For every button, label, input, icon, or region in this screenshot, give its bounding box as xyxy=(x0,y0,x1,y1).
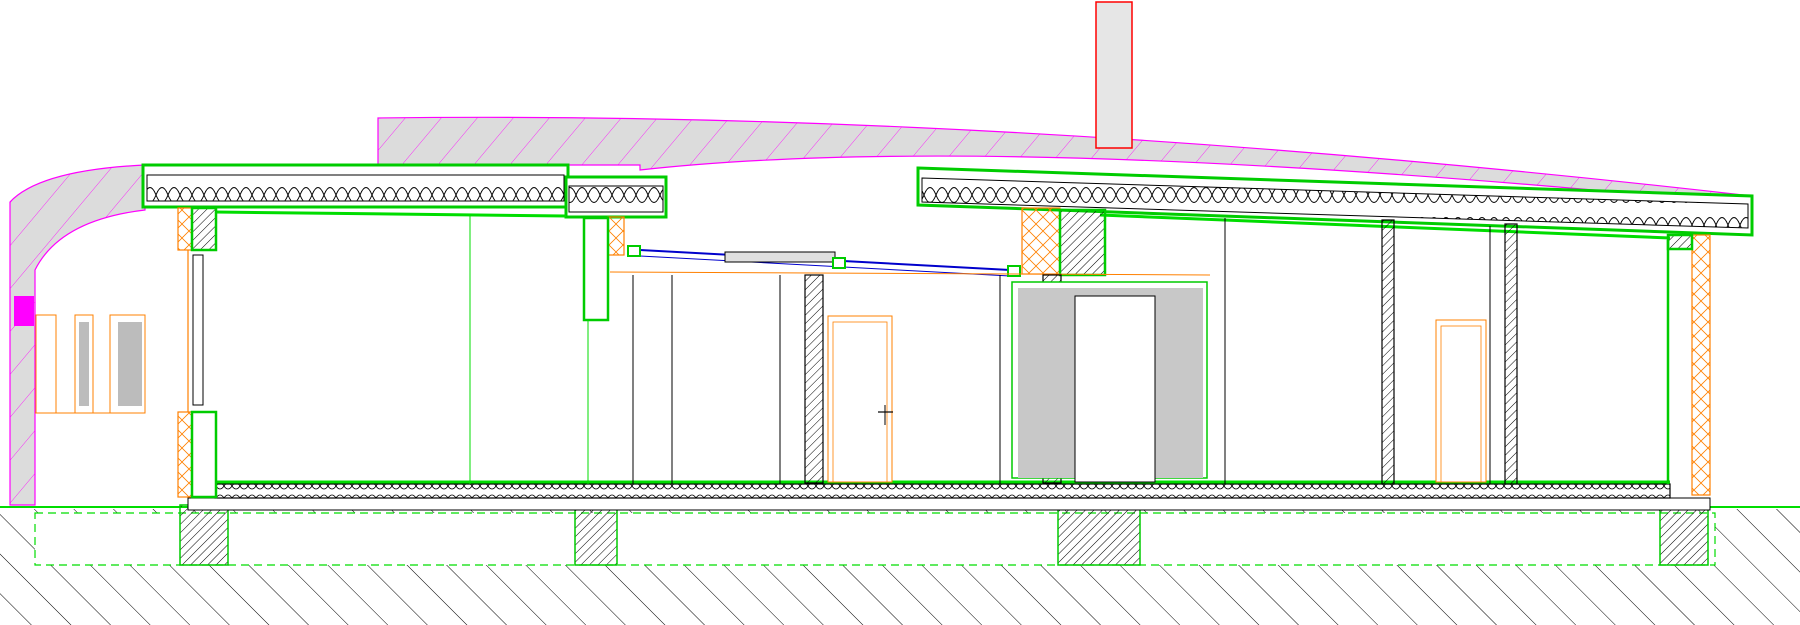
foundation-outline xyxy=(34,512,1716,566)
skylight xyxy=(627,245,1021,277)
roof-slab-left xyxy=(141,163,668,219)
left-wing-windows xyxy=(35,314,146,414)
building-section-drawing xyxy=(0,1,1800,625)
chimney xyxy=(1095,1,1133,149)
floor-slab xyxy=(187,480,1711,511)
